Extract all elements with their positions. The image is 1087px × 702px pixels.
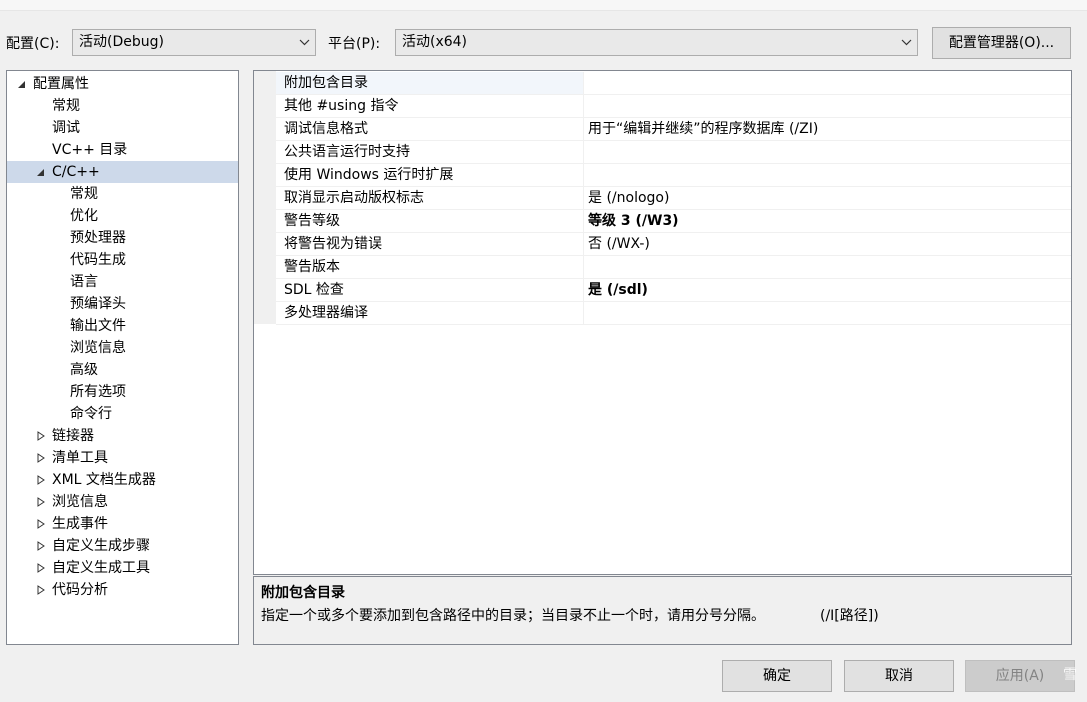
config-manager-button-label: 配置管理器(O)... xyxy=(948,35,1055,51)
column-divider xyxy=(583,256,584,278)
collapsed-triangle-icon[interactable] xyxy=(35,518,47,530)
property-row[interactable]: 警告等级 等级 3 (/W3) xyxy=(276,210,1071,233)
collapsed-triangle-icon[interactable] xyxy=(35,474,47,486)
platform-dropdown-value: 活动(x64) xyxy=(402,34,468,50)
column-divider xyxy=(583,279,584,301)
tree-node-config-properties[interactable]: 配置属性 xyxy=(7,73,238,95)
tree-node-custom-build-tool[interactable]: 自定义生成工具 xyxy=(7,557,238,579)
tree-node-cpp-preprocessor[interactable]: 预处理器 xyxy=(70,227,126,249)
cancel-button[interactable]: 取消 xyxy=(844,660,954,692)
description-panel: 附加包含目录 指定一个或多个要添加到包含路径中的目录；当目录不止一个时，请用分号… xyxy=(253,576,1072,645)
title-strip xyxy=(0,0,1087,11)
watermark: 雪 xyxy=(1063,667,1079,683)
config-dropdown-value: 活动(Debug) xyxy=(79,34,164,50)
property-row[interactable]: 调试信息格式 用于“编辑并继续”的程序数据库 (/ZI) xyxy=(276,118,1071,141)
column-divider xyxy=(583,95,584,117)
expanded-triangle-icon[interactable] xyxy=(16,78,28,90)
property-value[interactable]: 否 (/WX-) xyxy=(588,233,650,255)
column-divider xyxy=(583,210,584,232)
tree-node-cpp-command-line[interactable]: 命令行 xyxy=(70,403,112,425)
column-divider xyxy=(583,164,584,186)
ok-button-label: 确定 xyxy=(763,668,791,684)
tree-node-browse-information[interactable]: 浏览信息 xyxy=(7,491,238,513)
property-row[interactable]: 使用 Windows 运行时扩展 xyxy=(276,164,1071,187)
property-name: 附加包含目录 xyxy=(284,75,368,91)
tree-node-vc-directories[interactable]: VC++ 目录 xyxy=(52,139,127,161)
property-name: 公共语言运行时支持 xyxy=(284,144,410,160)
tree-node-cpp-precompiled-headers[interactable]: 预编译头 xyxy=(70,293,126,315)
property-row[interactable]: 公共语言运行时支持 xyxy=(276,141,1071,164)
column-divider xyxy=(583,118,584,140)
property-name: 调试信息格式 xyxy=(284,121,368,137)
property-tree[interactable]: 配置属性 常规 调试 VC++ 目录 C/C++ 常规 优化 预处理器 代码生成… xyxy=(6,70,239,645)
property-value[interactable]: 用于“编辑并继续”的程序数据库 (/ZI) xyxy=(588,118,818,140)
tree-node-xml-doc-generator[interactable]: XML 文档生成器 xyxy=(7,469,238,491)
column-divider xyxy=(583,72,584,94)
tree-node-cpp-advanced[interactable]: 高级 xyxy=(70,359,98,381)
tree-node-debugging[interactable]: 调试 xyxy=(52,117,80,139)
platform-dropdown[interactable]: 活动(x64) xyxy=(395,29,918,56)
property-value[interactable]: 是 (/sdl) xyxy=(588,279,648,301)
platform-label: 平台(P): xyxy=(328,36,381,52)
property-name: 其他 #using 指令 xyxy=(284,98,399,114)
config-manager-button[interactable]: 配置管理器(O)... xyxy=(932,27,1071,59)
collapsed-triangle-icon[interactable] xyxy=(35,562,47,574)
property-row[interactable]: 取消显示启动版权标志 是 (/nologo) xyxy=(276,187,1071,210)
column-divider xyxy=(583,187,584,209)
property-name: 取消显示启动版权标志 xyxy=(284,190,424,206)
chevron-down-icon xyxy=(895,30,917,55)
property-value[interactable]: 等级 3 (/W3) xyxy=(588,210,679,232)
property-row[interactable]: 警告版本 xyxy=(276,256,1071,279)
property-name: 使用 Windows 运行时扩展 xyxy=(284,167,454,183)
tree-node-cpp-optimization[interactable]: 优化 xyxy=(70,205,98,227)
property-name: 将警告视为错误 xyxy=(284,236,382,252)
config-dropdown[interactable]: 活动(Debug) xyxy=(72,29,316,56)
ok-button[interactable]: 确定 xyxy=(722,660,832,692)
property-row[interactable]: SDL 检查 是 (/sdl) xyxy=(276,279,1071,302)
tree-node-custom-build-step[interactable]: 自定义生成步骤 xyxy=(7,535,238,557)
collapsed-triangle-icon[interactable] xyxy=(35,584,47,596)
property-grid-gutter xyxy=(254,71,276,324)
property-grid[interactable]: 附加包含目录 其他 #using 指令 调试信息格式 用于“编辑并继续”的程序数… xyxy=(253,70,1072,575)
expanded-triangle-icon[interactable] xyxy=(35,166,47,178)
collapsed-triangle-icon[interactable] xyxy=(35,452,47,464)
tree-node-general[interactable]: 常规 xyxy=(52,95,80,117)
chevron-down-icon xyxy=(293,30,315,55)
config-label: 配置(C): xyxy=(6,36,60,52)
tree-node-build-events[interactable]: 生成事件 xyxy=(7,513,238,535)
property-name: 警告等级 xyxy=(284,213,340,229)
tree-node-cpp[interactable]: C/C++ xyxy=(7,161,238,183)
column-divider xyxy=(583,302,584,324)
property-value[interactable]: 是 (/nologo) xyxy=(588,187,669,209)
tree-node-cpp-all-options[interactable]: 所有选项 xyxy=(70,381,126,403)
tree-node-cpp-code-generation[interactable]: 代码生成 xyxy=(70,249,126,271)
tree-node-code-analysis[interactable]: 代码分析 xyxy=(7,579,238,601)
column-divider xyxy=(583,233,584,255)
tree-node-cpp-language[interactable]: 语言 xyxy=(70,271,98,293)
tree-node-linker[interactable]: 链接器 xyxy=(7,425,238,447)
tree-node-cpp-general[interactable]: 常规 xyxy=(70,183,98,205)
tree-node-cpp-browse-information[interactable]: 浏览信息 xyxy=(70,337,126,359)
description-title: 附加包含目录 xyxy=(261,585,345,601)
description-switch: (/I[路径]) xyxy=(820,608,879,624)
tree-node-cpp-output-files[interactable]: 输出文件 xyxy=(70,315,126,337)
tree-node-manifest-tool[interactable]: 清单工具 xyxy=(7,447,238,469)
property-row[interactable]: 将警告视为错误 否 (/WX-) xyxy=(276,233,1071,256)
property-row[interactable]: 其他 #using 指令 xyxy=(276,95,1071,118)
description-text: 指定一个或多个要添加到包含路径中的目录；当目录不止一个时，请用分号分隔。 xyxy=(261,608,765,624)
apply-button-label: 应用(A) xyxy=(995,668,1045,684)
collapsed-triangle-icon[interactable] xyxy=(35,430,47,442)
property-name: 多处理器编译 xyxy=(284,305,368,321)
property-name: 警告版本 xyxy=(284,259,340,275)
apply-button[interactable]: 应用(A) xyxy=(965,660,1075,692)
property-name: SDL 检查 xyxy=(284,282,344,298)
property-row[interactable]: 多处理器编译 xyxy=(276,302,1071,325)
cancel-button-label: 取消 xyxy=(885,668,913,684)
collapsed-triangle-icon[interactable] xyxy=(35,496,47,508)
collapsed-triangle-icon[interactable] xyxy=(35,540,47,552)
column-divider xyxy=(583,141,584,163)
property-row[interactable]: 附加包含目录 xyxy=(276,72,1071,95)
